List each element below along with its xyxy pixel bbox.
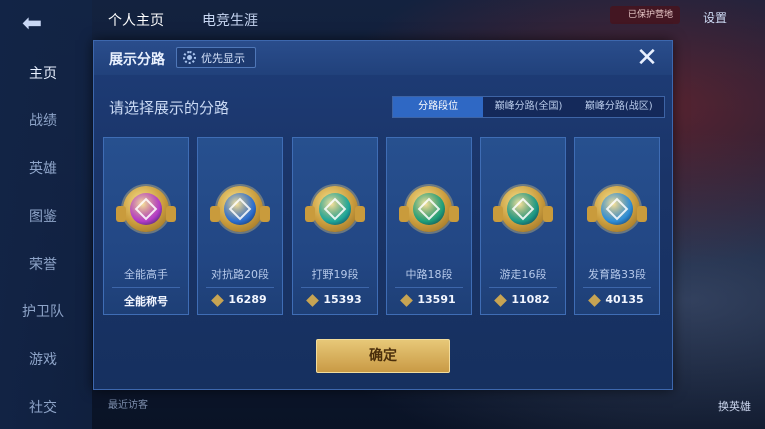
lane-score-value: 11082 [511, 293, 550, 306]
card-divider [489, 287, 557, 288]
sidebar-item-6[interactable]: 游戏 [0, 349, 86, 369]
dialog-title: 展示分路 [109, 52, 165, 68]
switch-hero-button[interactable]: 换英雄 [718, 398, 751, 414]
lane-score: 13591 [387, 293, 471, 307]
lane-badge-icon [305, 186, 365, 232]
lane-score: 11082 [481, 293, 565, 307]
lane-role-name: 对抗路20段 [211, 268, 269, 281]
lane-card[interactable]: 打野19段 15393 [292, 137, 378, 315]
sidebar-item-0[interactable]: 主页 [0, 63, 86, 83]
tab-profile[interactable]: 个人主页 [108, 10, 164, 30]
lane-score-value: 40135 [605, 293, 644, 306]
dialog-subtitle: 请选择展示的分路 [109, 99, 230, 117]
dialog-header: 展示分路 优先显示 ✕ [94, 41, 672, 75]
diamond-icon [211, 293, 225, 307]
card-divider [301, 287, 369, 288]
lane-score: 15393 [293, 293, 377, 307]
lane-score: 16289 [198, 293, 282, 307]
tab-esports-career[interactable]: 电竞生涯 [202, 10, 258, 30]
diamond-icon [400, 293, 414, 307]
settings-button[interactable]: 设置 [703, 9, 727, 26]
lane-score-value: 13591 [417, 293, 456, 306]
lane-role-name: 全能高手 [124, 268, 168, 281]
segment-tabs: 分路段位 巅峰分路(全国) 巅峰分路(战区) [392, 96, 665, 118]
card-divider [395, 287, 463, 288]
sidebar-item-3[interactable]: 图鉴 [0, 206, 86, 226]
sidebar-item-1[interactable]: 战绩 [0, 110, 86, 130]
card-divider [583, 287, 651, 288]
lane-card[interactable]: 全能高手 全能称号 [103, 137, 189, 315]
lane-score-value: 全能称号 [124, 295, 168, 308]
top-tabs: 个人主页 电竞生涯 [108, 10, 258, 30]
sidebar-item-4[interactable]: 荣誉 [0, 254, 86, 274]
diamond-icon [588, 293, 602, 307]
lane-score-value: 16289 [228, 293, 267, 306]
lane-role-name: 游走16段 [499, 268, 547, 281]
lane-display-dialog: 展示分路 优先显示 ✕ 请选择展示的分路 分路段位 巅峰分路(全国) 巅峰分路(… [93, 40, 673, 390]
priority-display-button[interactable]: 优先显示 [176, 47, 256, 68]
tab-peak-lane-national[interactable]: 巅峰分路(全国) [483, 97, 573, 117]
lane-score: 40135 [575, 293, 659, 307]
close-icon[interactable]: ✕ [634, 45, 660, 71]
lane-badge-icon [116, 186, 176, 232]
lane-role-name: 中路18段 [405, 268, 453, 281]
lane-badge-icon [493, 186, 553, 232]
lane-role-name: 打野19段 [311, 268, 359, 281]
lane-badge-icon [210, 186, 270, 232]
lane-card[interactable]: 游走16段 11082 [480, 137, 566, 315]
recent-visitors-label[interactable]: 最近访客 [108, 396, 148, 411]
sidebar-item-7[interactable]: 社交 [0, 397, 86, 417]
lane-badge-icon [587, 186, 647, 232]
lane-card[interactable]: 中路18段 13591 [386, 137, 472, 315]
lane-card[interactable]: 发育路33段 40135 [574, 137, 660, 315]
lane-role-name: 发育路33段 [588, 268, 646, 281]
lane-score: 全能称号 [104, 293, 188, 309]
lane-badge-icon [399, 186, 459, 232]
diamond-icon [494, 293, 508, 307]
tab-lane-rank[interactable]: 分路段位 [393, 97, 484, 117]
diamond-icon [306, 293, 320, 307]
sidebar-item-2[interactable]: 英雄 [0, 158, 86, 178]
card-divider [206, 287, 274, 288]
lane-score-value: 15393 [323, 293, 362, 306]
priority-display-label: 优先显示 [201, 52, 245, 65]
back-arrow-icon[interactable]: ⬅ [22, 10, 62, 36]
status-tag[interactable]: 已保护营地 [610, 6, 680, 24]
sidebar-item-5[interactable]: 护卫队 [0, 301, 86, 321]
tab-peak-lane-region[interactable]: 巅峰分路(战区) [574, 97, 664, 117]
gear-icon [183, 51, 196, 64]
lane-card[interactable]: 对抗路20段 16289 [197, 137, 283, 315]
confirm-button[interactable]: 确定 [316, 339, 450, 373]
card-divider [112, 287, 180, 288]
